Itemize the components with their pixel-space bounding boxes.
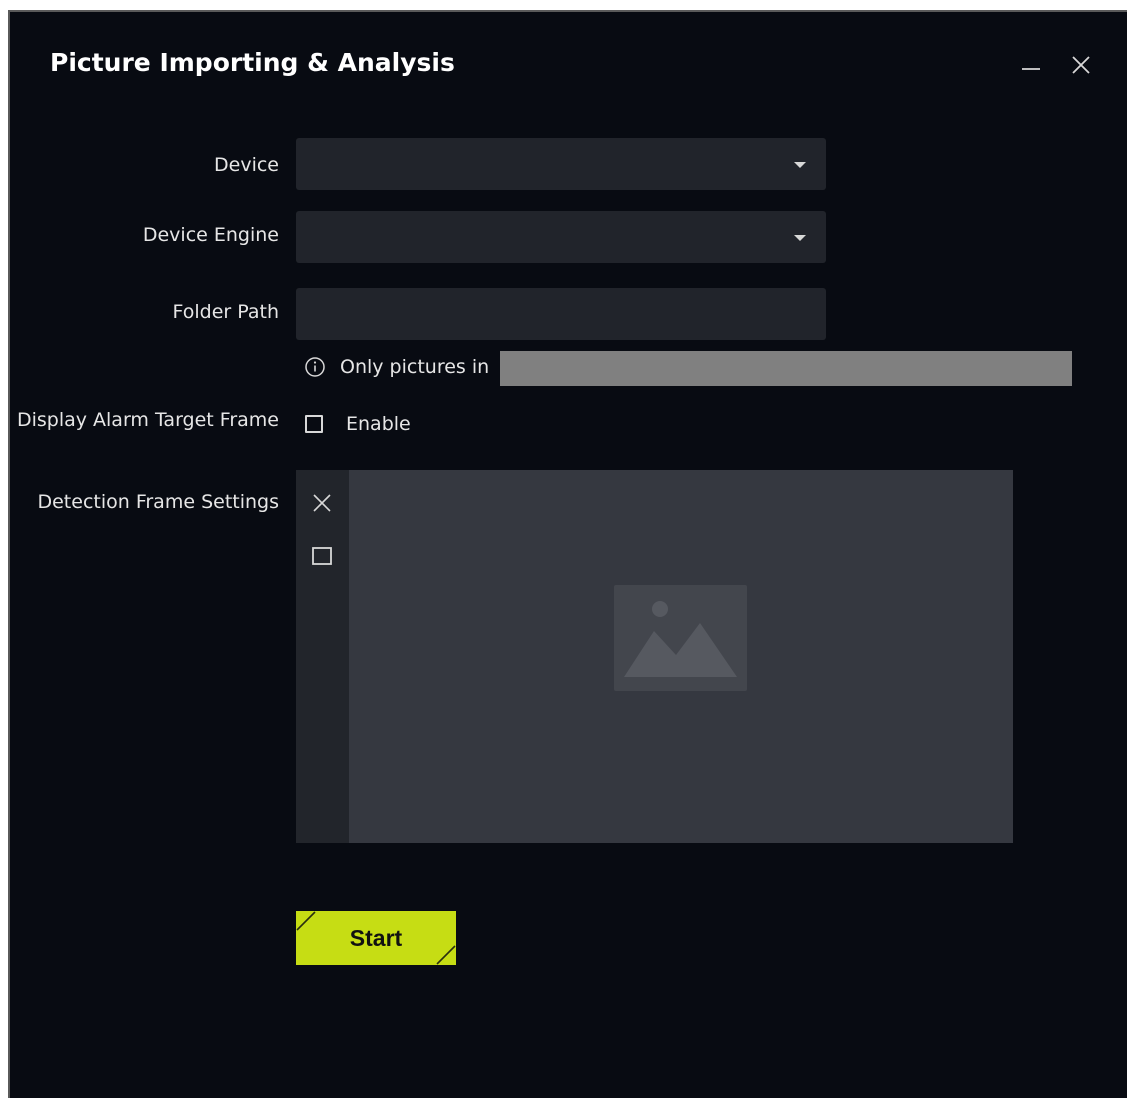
folder-hint: Only pictures in xyxy=(304,356,489,378)
picture-import-dialog: Picture Importing & Analysis Device Devi… xyxy=(8,10,1127,1098)
alarm-frame-label: Display Alarm Target Frame xyxy=(16,409,279,431)
close-button[interactable] xyxy=(1068,52,1094,78)
image-placeholder-icon xyxy=(614,585,747,691)
redacted-region xyxy=(500,351,1072,386)
alarm-frame-enable-label[interactable]: Enable xyxy=(346,413,411,435)
info-icon xyxy=(305,357,325,377)
device-engine-label: Device Engine xyxy=(142,224,279,246)
folder-path-label: Folder Path xyxy=(172,301,280,323)
close-icon xyxy=(1072,56,1090,74)
draw-rectangle-button[interactable] xyxy=(310,544,334,568)
folder-hint-text: Only pictures in xyxy=(340,356,490,378)
chevron-down-icon xyxy=(794,235,806,241)
clear-frame-button[interactable] xyxy=(310,491,334,515)
alarm-frame-checkbox[interactable] xyxy=(305,415,323,433)
start-button[interactable]: Start xyxy=(296,911,456,965)
rectangle-icon xyxy=(312,547,332,565)
minimize-icon xyxy=(1022,68,1040,70)
corner-accent-icon xyxy=(296,911,456,965)
device-engine-select[interactable] xyxy=(296,211,826,263)
close-icon xyxy=(313,494,331,512)
chevron-down-icon xyxy=(794,162,806,168)
detection-frame-label: Detection Frame Settings xyxy=(37,491,279,513)
device-label: Device xyxy=(214,154,279,176)
device-select[interactable] xyxy=(296,138,826,190)
minimize-button[interactable] xyxy=(1018,52,1044,78)
dialog-title: Picture Importing & Analysis xyxy=(50,48,455,77)
frame-toolbar xyxy=(296,470,349,843)
detection-frame-panel[interactable] xyxy=(296,470,1013,843)
folder-path-input[interactable] xyxy=(296,288,826,340)
